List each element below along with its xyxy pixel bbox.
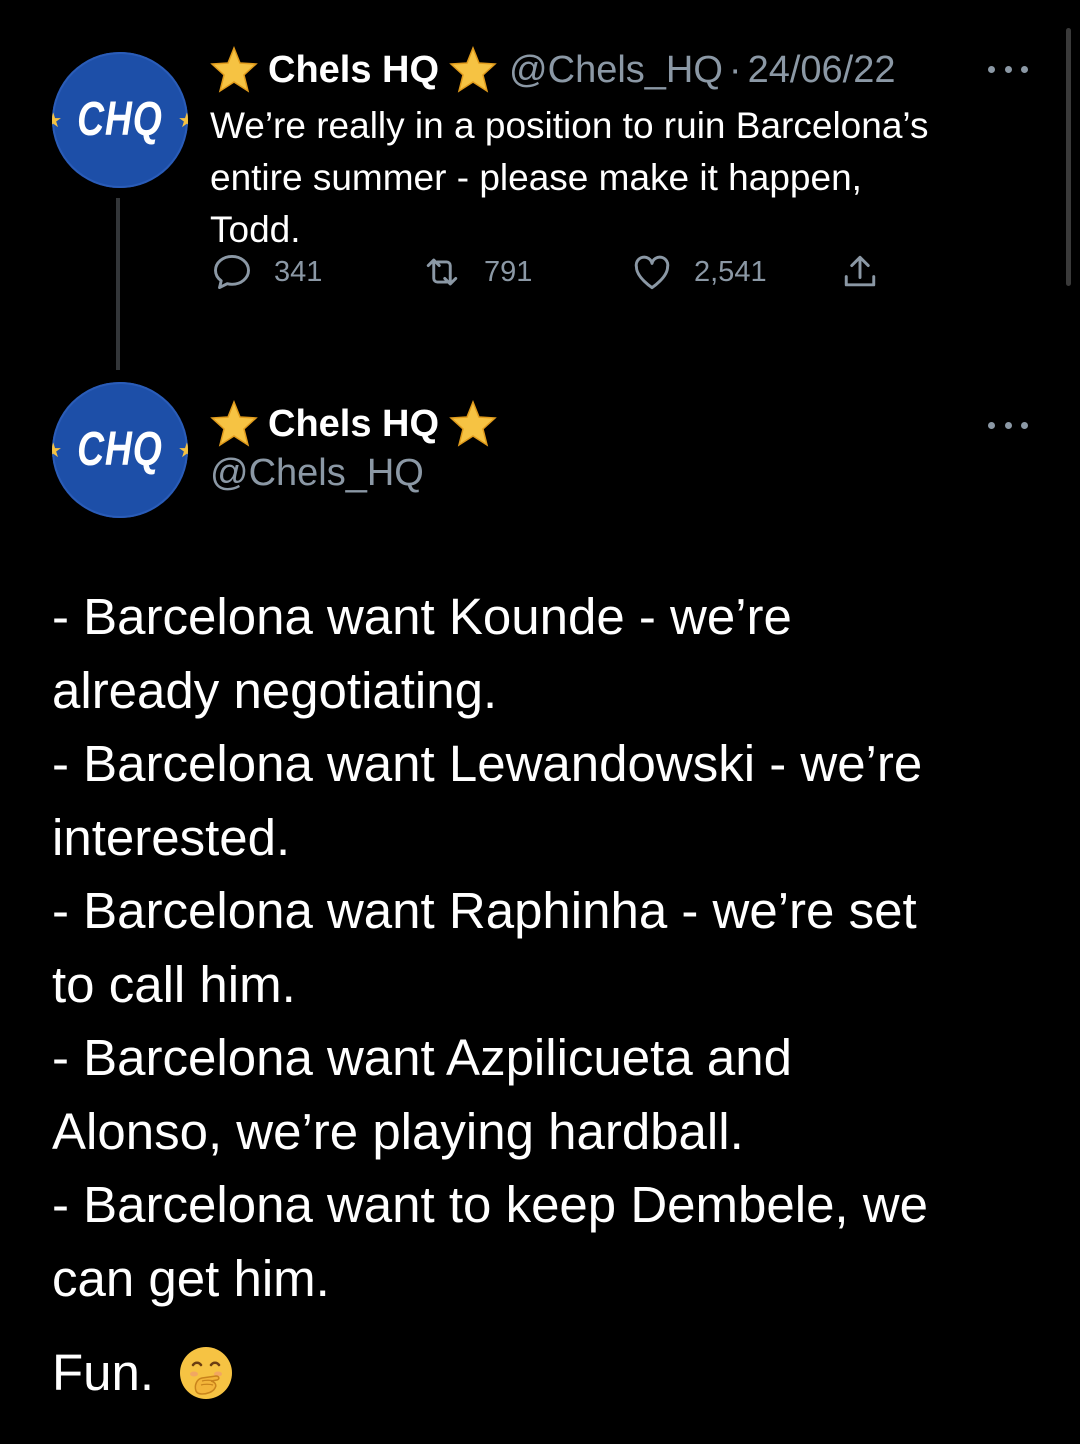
reply-count: 341 xyxy=(274,255,323,288)
tweet-header: Chels HQ @Chels_HQ · 24/06/22 xyxy=(210,44,896,96)
tweet-text-line: - Barcelona want Raphinha - we’re set xyxy=(52,882,917,939)
star-icon: ★ xyxy=(177,108,188,132)
tweet-text-line: to call him. xyxy=(52,955,296,1013)
meta-separator: · xyxy=(728,48,742,91)
reply-button[interactable]: 341 xyxy=(210,250,322,294)
avatar-logo-text: CHQ xyxy=(77,93,163,146)
star-emoji-icon xyxy=(449,400,497,447)
star-emoji-icon xyxy=(210,46,258,93)
tweet-closing: Fun. xyxy=(52,1336,234,1410)
tweet-text-line: - Barcelona want Lewandowski - we’re xyxy=(52,735,923,792)
tweet-text-line: - Barcelona want Kounde - we’re xyxy=(52,588,792,645)
tweet-text-line: already negotiating. xyxy=(52,661,498,719)
share-button[interactable] xyxy=(838,250,902,294)
more-options-icon[interactable] xyxy=(988,419,1028,431)
star-icon: ★ xyxy=(177,438,188,462)
tweet-date[interactable]: 24/06/22 xyxy=(748,49,896,92)
tweet-header: Chels HQ xyxy=(210,398,497,450)
thread-connector-line xyxy=(116,198,120,370)
star-icon: ★ xyxy=(52,438,63,462)
retweet-icon xyxy=(426,258,458,286)
star-emoji-icon xyxy=(210,400,258,447)
avatar[interactable]: ★ CHQ ★ xyxy=(52,382,188,518)
avatar[interactable]: ★ CHQ ★ xyxy=(52,52,188,188)
like-button[interactable]: 2,541 xyxy=(630,250,767,294)
tweet-text: - Barcelona want Kounde - we’re already … xyxy=(52,580,1042,1315)
share-icon xyxy=(844,255,876,287)
heart-icon xyxy=(634,255,670,290)
like-count: 2,541 xyxy=(694,255,767,288)
retweet-button[interactable]: 791 xyxy=(420,250,532,294)
more-options-icon[interactable] xyxy=(988,63,1028,75)
display-name[interactable]: Chels HQ xyxy=(268,49,439,92)
scrollbar[interactable] xyxy=(1066,28,1071,286)
user-handle[interactable]: @Chels_HQ xyxy=(210,452,424,495)
face-with-hand-over-mouth-icon xyxy=(180,1346,233,1399)
tweet-text-line: Alonso, we’re playing hardball. xyxy=(52,1102,744,1160)
avatar-logo-text: CHQ xyxy=(77,423,163,476)
user-handle[interactable]: @Chels_HQ xyxy=(509,49,723,92)
tweet-text-line: - Barcelona want Azpilicueta and xyxy=(52,1029,792,1086)
closing-text: Fun. xyxy=(52,1344,155,1401)
star-icon: ★ xyxy=(52,108,63,132)
tweet-text-line: interested. xyxy=(52,808,291,866)
display-name[interactable]: Chels HQ xyxy=(268,403,439,446)
tweet-text: We’re really in a position to ruin Barce… xyxy=(210,105,929,250)
tweet-text-line: can get him. xyxy=(52,1249,330,1307)
retweet-count: 791 xyxy=(484,255,533,288)
star-emoji-icon xyxy=(449,46,497,93)
tweet-text-line: - Barcelona want to keep Dembele, we xyxy=(52,1176,928,1233)
reply-icon xyxy=(214,254,250,290)
